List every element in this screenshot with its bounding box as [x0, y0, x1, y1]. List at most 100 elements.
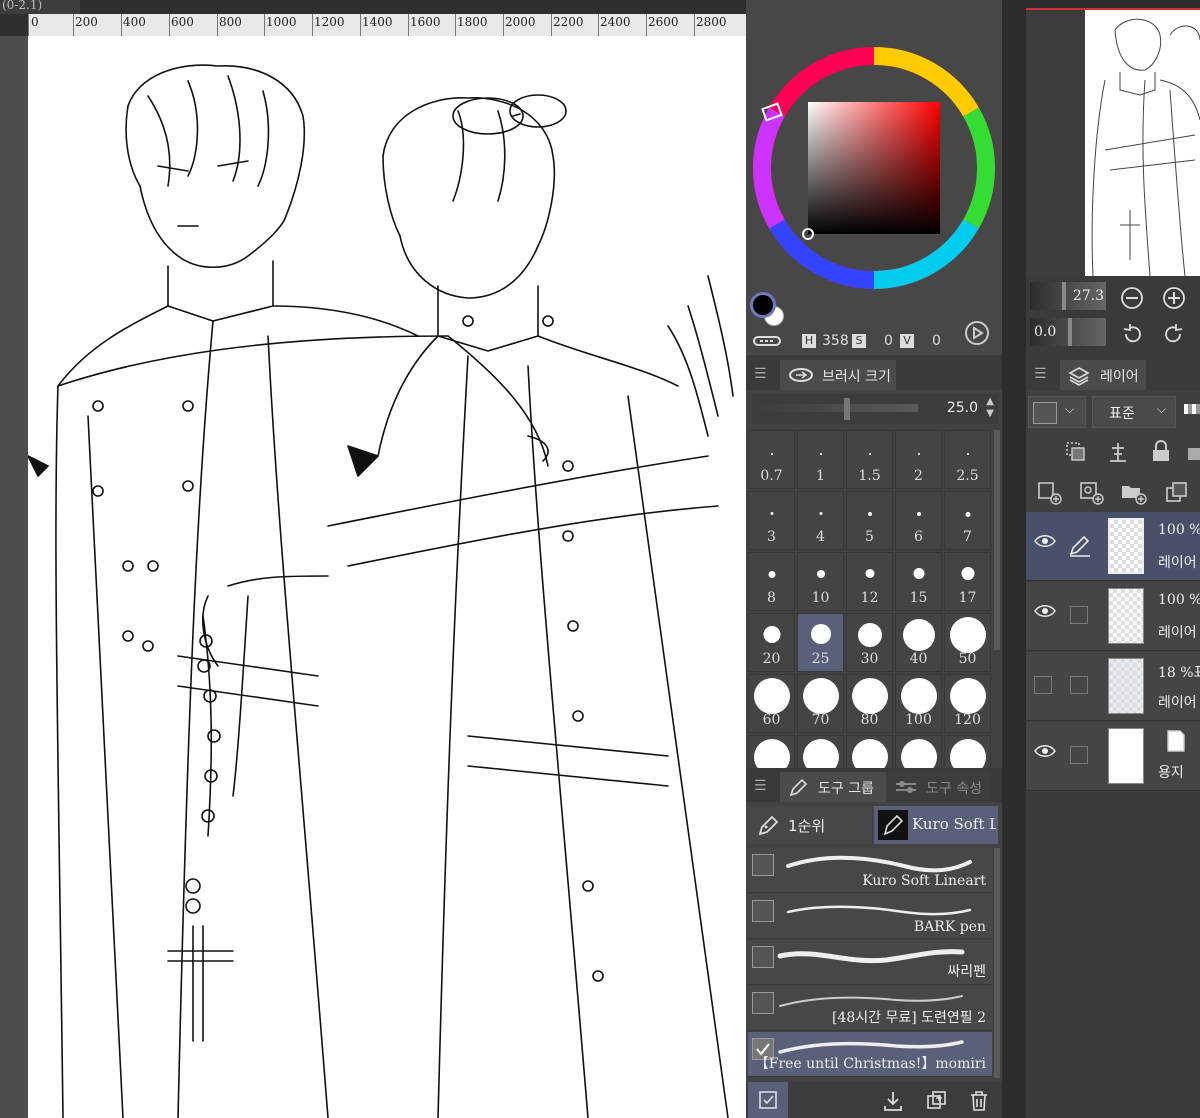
- brush-size-cell[interactable]: 80: [846, 674, 893, 733]
- sub-tool-settings-button[interactable]: [748, 1082, 788, 1118]
- brush-size-cell[interactable]: 20: [748, 613, 795, 672]
- zoom-in-icon[interactable]: [1162, 286, 1186, 310]
- new-folder-icon[interactable]: [1120, 480, 1148, 506]
- rotate-left-icon[interactable]: [1120, 322, 1144, 346]
- copy-layer-icon[interactable]: [1164, 480, 1192, 506]
- brush-size-cell[interactable]: 40: [895, 613, 942, 672]
- brush-size-cell[interactable]: 50: [944, 613, 991, 672]
- rotation-value[interactable]: 0.0: [1034, 324, 1056, 340]
- tab-layer[interactable]: 레이어: [1060, 360, 1146, 390]
- sub-tool-checkbox[interactable]: [752, 854, 774, 876]
- brush-size-cell[interactable]: 5: [846, 491, 893, 550]
- brush-size-cell[interactable]: 2.5: [944, 430, 991, 489]
- eye-icon[interactable]: [1034, 604, 1056, 618]
- layer-row[interactable]: 용지: [1026, 722, 1200, 791]
- blend-mode-dropdown[interactable]: 표준 ⌵: [1092, 396, 1176, 428]
- brush-size-cell[interactable]: [944, 735, 991, 768]
- canvas-area[interactable]: (0-2.1) 0 200 400 600 800 1000 1200 1400…: [0, 0, 746, 1118]
- brush-size-cell[interactable]: 7: [944, 491, 991, 550]
- value-value[interactable]: 0: [932, 333, 941, 349]
- sub-tool-checkbox[interactable]: [752, 992, 774, 1014]
- brush-size-cell[interactable]: 3: [748, 491, 795, 550]
- sub-tool-item-selected[interactable]: 【Free until Christmas!】momiri: [748, 1032, 992, 1077]
- layer-edit-box[interactable]: [1070, 676, 1088, 694]
- brush-size-cell[interactable]: [748, 735, 795, 768]
- brush-size-cell[interactable]: 6: [895, 491, 942, 550]
- layer-edit-box[interactable]: [1070, 606, 1088, 624]
- sub-tool-item[interactable]: BARK pen: [748, 894, 992, 939]
- brush-size-slider[interactable]: 25.0 ▲ ▼: [752, 394, 998, 424]
- rotate-right-icon[interactable]: [1162, 322, 1186, 346]
- eye-icon[interactable]: [1034, 744, 1056, 758]
- brush-size-cell[interactable]: 120: [944, 674, 991, 733]
- new-raster-layer-icon[interactable]: [1036, 480, 1064, 506]
- brush-size-cell[interactable]: 8: [748, 552, 795, 611]
- brush-grid-scrollbar[interactable]: [994, 430, 1000, 650]
- group-tab-kuro[interactable]: Kuro Soft Li: [874, 806, 998, 844]
- layer-row[interactable]: 100 % 레이어: [1026, 582, 1200, 651]
- layer-row[interactable]: 18 %표 레이어: [1026, 652, 1200, 721]
- sub-tool-scrollbar[interactable]: [994, 848, 1000, 1078]
- stepper-icon[interactable]: ▲ ▼: [986, 396, 994, 420]
- sub-tool-checkbox[interactable]: [752, 946, 774, 968]
- brush-size-value[interactable]: 25.0: [947, 400, 978, 416]
- navigator-preview[interactable]: [1085, 10, 1200, 276]
- lock-icon[interactable]: [1150, 440, 1172, 464]
- zoom-out-icon[interactable]: [1120, 286, 1144, 310]
- new-vector-layer-icon[interactable]: [1078, 480, 1106, 506]
- panel-menu-icon[interactable]: ☰: [754, 366, 767, 382]
- brush-size-cell-selected[interactable]: 25: [797, 613, 844, 672]
- brush-size-cell[interactable]: 2: [895, 430, 942, 489]
- brush-size-cell[interactable]: 1: [797, 430, 844, 489]
- layer-color-dropdown[interactable]: ⌵: [1028, 396, 1086, 428]
- panel-menu-icon[interactable]: ☰: [754, 778, 767, 794]
- sub-tool-item[interactable]: 싸리펜: [748, 940, 992, 985]
- rotation-slider[interactable]: 0.0: [1030, 318, 1106, 346]
- slider-handle[interactable]: [844, 398, 850, 420]
- saturation-value[interactable]: 0: [884, 333, 893, 349]
- tab-brush-size[interactable]: 브러시 크기: [780, 360, 896, 390]
- brush-size-cell[interactable]: 0.7: [748, 430, 795, 489]
- sub-tool-item[interactable]: [48시간 무료] 도련연필 2: [748, 986, 992, 1031]
- visibility-box-hidden[interactable]: [1034, 676, 1052, 694]
- tab-tool-property[interactable]: 도구 속성: [886, 772, 990, 802]
- brush-size-cell[interactable]: [797, 735, 844, 768]
- group-tab-priority[interactable]: 1순위: [748, 806, 872, 844]
- zoom-value[interactable]: 27.3: [1073, 288, 1104, 304]
- document-tab[interactable]: (0-2.1): [0, 0, 80, 14]
- hue-value[interactable]: 358: [822, 333, 849, 349]
- download-icon[interactable]: [882, 1090, 904, 1112]
- lock-transparent-icon[interactable]: [1188, 440, 1200, 464]
- brush-size-cell[interactable]: 15: [895, 552, 942, 611]
- layer-row-selected[interactable]: 100 % 레이어: [1026, 512, 1200, 581]
- brush-size-cell[interactable]: 10: [797, 552, 844, 611]
- brush-size-cell[interactable]: 70: [797, 674, 844, 733]
- brush-size-cell[interactable]: [846, 735, 893, 768]
- color-wheel[interactable]: [746, 0, 1002, 310]
- drawing-canvas[interactable]: [28, 36, 746, 1118]
- layer-edit-box[interactable]: [1070, 746, 1088, 764]
- transparent-color-icon[interactable]: [752, 334, 782, 348]
- zoom-slider[interactable]: 27.3: [1030, 282, 1106, 310]
- brush-size-cell[interactable]: 12: [846, 552, 893, 611]
- trash-icon[interactable]: [968, 1089, 990, 1113]
- clipping-icon[interactable]: [1064, 440, 1088, 464]
- brush-size-cell[interactable]: 100: [895, 674, 942, 733]
- play-icon[interactable]: [964, 320, 990, 346]
- saturation-value-square[interactable]: [808, 102, 940, 234]
- panel-menu-icon[interactable]: ☰: [1034, 366, 1047, 382]
- duplicate-icon[interactable]: [926, 1090, 948, 1112]
- brush-size-cell[interactable]: 17: [944, 552, 991, 611]
- brush-size-cell[interactable]: 30: [846, 613, 893, 672]
- expression-color-icon[interactable]: [1184, 404, 1200, 414]
- brush-size-cell[interactable]: 60: [748, 674, 795, 733]
- eye-icon[interactable]: [1034, 534, 1056, 548]
- brush-size-cell[interactable]: 1.5: [846, 430, 893, 489]
- sub-tool-checkbox[interactable]: [752, 900, 774, 922]
- brush-size-cell[interactable]: [895, 735, 942, 768]
- main-sub-color-swatches[interactable]: [750, 292, 786, 328]
- main-color-swatch[interactable]: [750, 292, 776, 318]
- brush-size-cell[interactable]: 4: [797, 491, 844, 550]
- reference-layer-icon[interactable]: [1106, 440, 1130, 464]
- tab-tool-group[interactable]: 도구 그룹: [780, 772, 886, 802]
